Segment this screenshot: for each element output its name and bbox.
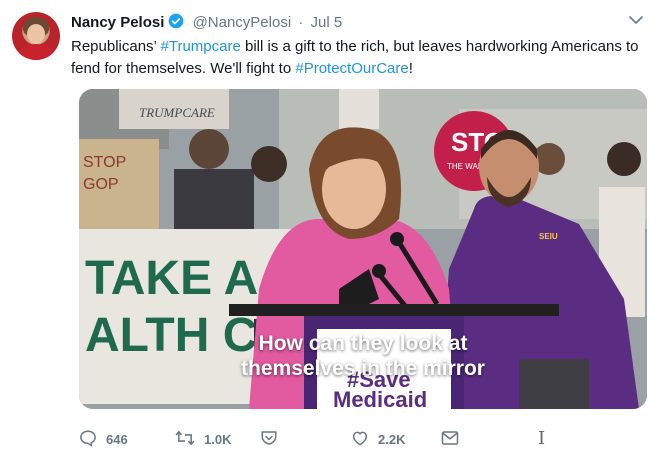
direct-message-button[interactable] [441,428,468,450]
tweet-timestamp[interactable]: Jul 5 [311,14,343,31]
video-player[interactable]: TRUMPCARE STOP GOP STO THE WAR ON WOMEN … [79,89,647,409]
tweet-text-part: Republicans’ [71,38,161,55]
reply-button[interactable]: 646 [79,428,128,450]
tweet-text-part: ! [408,60,413,77]
avatar-body [16,44,56,60]
tweet-text: Republicans’ #Trumpcare bill is a gift t… [71,36,646,80]
hashtag-link[interactable]: #ProtectOurCare [295,60,408,77]
hashtag-link[interactable]: #Trumpcare [161,38,241,55]
author-handle[interactable]: @NancyPelosi [193,14,292,31]
banner-line1: TAKE A [85,252,258,305]
video-caption-line1: How can they look at [258,332,468,355]
retweet-icon [175,429,204,450]
tweet-header: Nancy Pelosi @NancyPelosi · Jul 5 [71,13,342,35]
author-name[interactable]: Nancy Pelosi [71,14,164,31]
reply-icon [79,429,106,450]
direct-message-icon [441,430,468,449]
text-cursor-icon: I [538,428,546,449]
sign-stop: STOP [83,154,126,171]
reply-count: 646 [106,431,128,447]
like-count: 2.2K [378,431,406,447]
sign-trumpcare: TRUMPCARE [139,105,215,120]
tweet-actions: 646 1.0K 2.2K [79,428,639,450]
podium-sign-line2: Medicaid [333,387,427,409]
like-button[interactable]: 2.2K [351,428,405,450]
retweet-button[interactable]: 1.0K [175,428,231,450]
shirt-logo: SEIU [539,232,558,241]
chevron-down-icon[interactable] [628,12,644,28]
save-icon [260,429,287,450]
verified-badge-icon [168,13,184,35]
save-button[interactable] [260,428,287,450]
heart-icon [351,429,378,450]
retweet-count: 1.0K [204,431,232,447]
header-separator: · [298,14,304,31]
avatar-face [27,24,45,44]
video-caption-line2: themselves in the mirror [241,357,485,380]
sign-gop: GOP [83,176,119,193]
tweet: Nancy Pelosi @NancyPelosi · Jul 5 Republ… [0,0,660,455]
avatar[interactable] [12,12,60,60]
